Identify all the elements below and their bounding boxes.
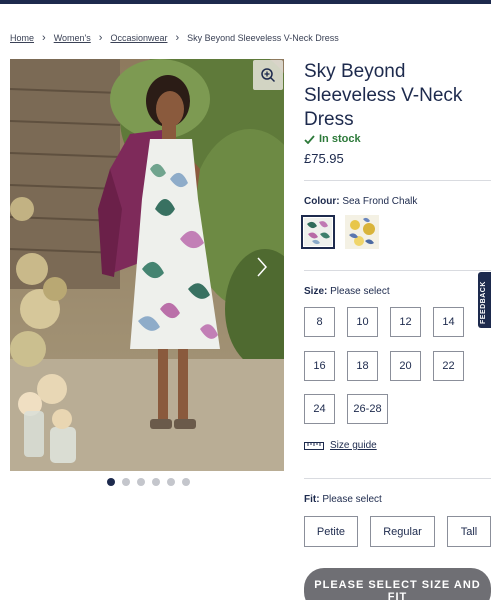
size-label-row: Size: Please select [304, 286, 390, 297]
chevron-right-icon: › [175, 32, 180, 44]
gallery-dots [107, 478, 190, 486]
next-image-arrow[interactable] [255, 256, 269, 278]
top-header-bar [0, 0, 491, 4]
breadcrumb-current: Sky Beyond Sleeveless V-Neck Dress [187, 33, 339, 43]
size-option-24[interactable]: 24 [304, 394, 335, 424]
swatch-pattern-sea-frond [304, 218, 332, 246]
chevron-right-icon: › [42, 32, 46, 44]
size-option-8[interactable]: 8 [304, 307, 335, 337]
colour-label-row: Colour: Sea Frond Chalk [304, 196, 417, 207]
colour-swatch-selected[interactable] [301, 215, 335, 249]
size-guide-link[interactable]: Size guide [330, 440, 377, 451]
fit-option-tall[interactable]: Tall [447, 516, 491, 547]
size-option-12[interactable]: 12 [390, 307, 421, 337]
product-price: £75.95 [304, 151, 344, 166]
size-option-26-28[interactable]: 26-28 [347, 394, 388, 424]
ruler-icon [304, 441, 324, 450]
checkmark-icon [304, 134, 315, 144]
fit-option-regular[interactable]: Regular [370, 516, 435, 547]
fit-label-row: Fit: Please select [304, 494, 382, 505]
swatch-pattern-yellow-floral [345, 215, 379, 249]
zoom-button[interactable] [253, 60, 283, 90]
add-to-bag-button[interactable]: PLEASE SELECT SIZE AND FIT [304, 568, 491, 600]
breadcrumb: Home › Women's › Occasionwear › Sky Beyo… [10, 32, 339, 44]
breadcrumb-womens[interactable]: Women's [54, 33, 91, 43]
feedback-tab[interactable]: FEEDBACK [478, 272, 491, 328]
gallery-dot[interactable] [182, 478, 190, 486]
colour-label: Colour: [304, 196, 340, 207]
fit-prompt: Please select [322, 494, 382, 505]
gallery-dot[interactable] [152, 478, 160, 486]
product-title: Sky Beyond Sleeveless V-Neck Dress [304, 61, 463, 130]
breadcrumb-occasionwear[interactable]: Occasionwear [110, 33, 167, 43]
chevron-right-icon: › [98, 32, 103, 44]
gallery-dot[interactable] [137, 478, 145, 486]
colour-selected: Sea Frond Chalk [342, 196, 418, 207]
size-option-10[interactable]: 10 [347, 307, 378, 337]
size-prompt: Please select [330, 286, 390, 297]
colour-swatch[interactable] [345, 215, 379, 249]
feedback-label: FEEDBACK [480, 281, 487, 324]
breadcrumb-home[interactable]: Home [10, 33, 34, 43]
size-guide[interactable]: Size guide [304, 440, 377, 451]
size-option-18[interactable]: 18 [347, 351, 378, 381]
size-option-20[interactable]: 20 [390, 351, 421, 381]
size-option-14[interactable]: 14 [433, 307, 464, 337]
size-option-22[interactable]: 22 [433, 351, 464, 381]
gallery-dot[interactable] [122, 478, 130, 486]
gallery-dot[interactable] [167, 478, 175, 486]
fit-label: Fit: [304, 494, 320, 505]
size-option-16[interactable]: 16 [304, 351, 335, 381]
divider [304, 478, 491, 479]
divider [304, 180, 491, 181]
fit-option-petite[interactable]: Petite [304, 516, 358, 547]
divider [304, 270, 491, 271]
size-label: Size: [304, 286, 328, 297]
product-photo-illustration [10, 59, 284, 471]
chevron-right-icon [257, 257, 268, 277]
stock-label: In stock [319, 133, 361, 145]
product-image[interactable] [10, 59, 284, 471]
zoom-in-icon [261, 68, 276, 83]
stock-status: In stock [304, 133, 361, 145]
gallery-dot[interactable] [107, 478, 115, 486]
